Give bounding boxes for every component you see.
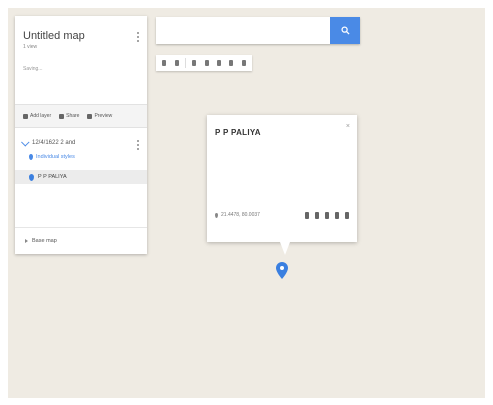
checkbox-icon[interactable] bbox=[21, 138, 30, 147]
layer-title[interactable]: 12/4/1622 2 and bbox=[21, 138, 139, 147]
hand-icon[interactable] bbox=[190, 59, 198, 67]
styles-label: Individual styles bbox=[36, 154, 75, 160]
layer-name: 12/4/1622 2 and bbox=[32, 140, 76, 146]
directions-icon[interactable] bbox=[227, 59, 235, 67]
delete-icon[interactable] bbox=[345, 212, 349, 219]
undo-icon[interactable] bbox=[160, 59, 168, 67]
map-title[interactable]: Untitled map bbox=[23, 30, 139, 42]
map-toolbar bbox=[156, 55, 252, 71]
map-views-count: 1 view bbox=[23, 44, 38, 50]
preview-button[interactable]: Preview bbox=[87, 113, 112, 119]
chevron-right-icon bbox=[25, 239, 28, 243]
search-bar bbox=[156, 17, 360, 44]
style-pin-icon bbox=[29, 154, 33, 160]
add-layer-label: Add layer bbox=[30, 113, 52, 119]
save-status: Saving... bbox=[23, 66, 43, 72]
preview-icon bbox=[87, 113, 93, 119]
close-icon[interactable]: × bbox=[346, 123, 350, 130]
layer-options-icon[interactable] bbox=[137, 140, 139, 150]
search-icon bbox=[340, 26, 350, 35]
share-button[interactable]: Share bbox=[59, 113, 79, 119]
info-window-tail bbox=[280, 242, 290, 255]
info-tools bbox=[305, 212, 349, 219]
map-marker-icon[interactable] bbox=[276, 262, 288, 279]
individual-styles-link[interactable]: Individual styles bbox=[29, 154, 139, 160]
layer-item-label: P P PALIYA bbox=[38, 174, 67, 180]
layers-panel: Untitled map 1 view Saving... Add layer … bbox=[15, 16, 147, 254]
base-map-toggle[interactable]: Base map bbox=[15, 227, 147, 254]
style-icon[interactable] bbox=[305, 212, 309, 219]
base-map-label: Base map bbox=[32, 238, 57, 244]
info-window: P P PALIYA × 21.4478, 80.0037 bbox=[207, 115, 357, 255]
preview-label: Preview bbox=[94, 113, 113, 119]
marker-icon[interactable] bbox=[203, 59, 211, 67]
map-options-icon[interactable] bbox=[137, 32, 139, 42]
redo-icon[interactable] bbox=[173, 59, 181, 67]
map-pin-icon bbox=[29, 173, 34, 181]
layer-section: 12/4/1622 2 and Individual styles P P PA… bbox=[15, 128, 147, 184]
panel-header: Untitled map 1 view Saving... bbox=[15, 16, 147, 104]
toolbar-divider bbox=[184, 58, 186, 68]
share-label: Share bbox=[66, 113, 80, 119]
directions-icon[interactable] bbox=[335, 212, 339, 219]
edit-icon[interactable] bbox=[315, 212, 319, 219]
ruler-icon[interactable] bbox=[240, 59, 248, 67]
search-button[interactable] bbox=[330, 17, 360, 44]
camera-icon[interactable] bbox=[325, 212, 329, 219]
panel-actions: Add layer Share Preview bbox=[15, 104, 147, 128]
share-icon bbox=[59, 113, 65, 119]
line-icon[interactable] bbox=[215, 59, 223, 67]
location-pin-icon bbox=[215, 212, 218, 218]
info-title[interactable]: P P PALIYA bbox=[215, 128, 261, 137]
add-layer-icon bbox=[23, 113, 28, 119]
coordinates-text: 21.4478, 80.0037 bbox=[221, 212, 260, 218]
layer-item[interactable]: P P PALIYA bbox=[15, 170, 147, 184]
info-coordinates: 21.4478, 80.0037 bbox=[215, 212, 260, 218]
add-layer-button[interactable]: Add layer bbox=[23, 113, 51, 119]
search-input[interactable] bbox=[156, 17, 330, 44]
